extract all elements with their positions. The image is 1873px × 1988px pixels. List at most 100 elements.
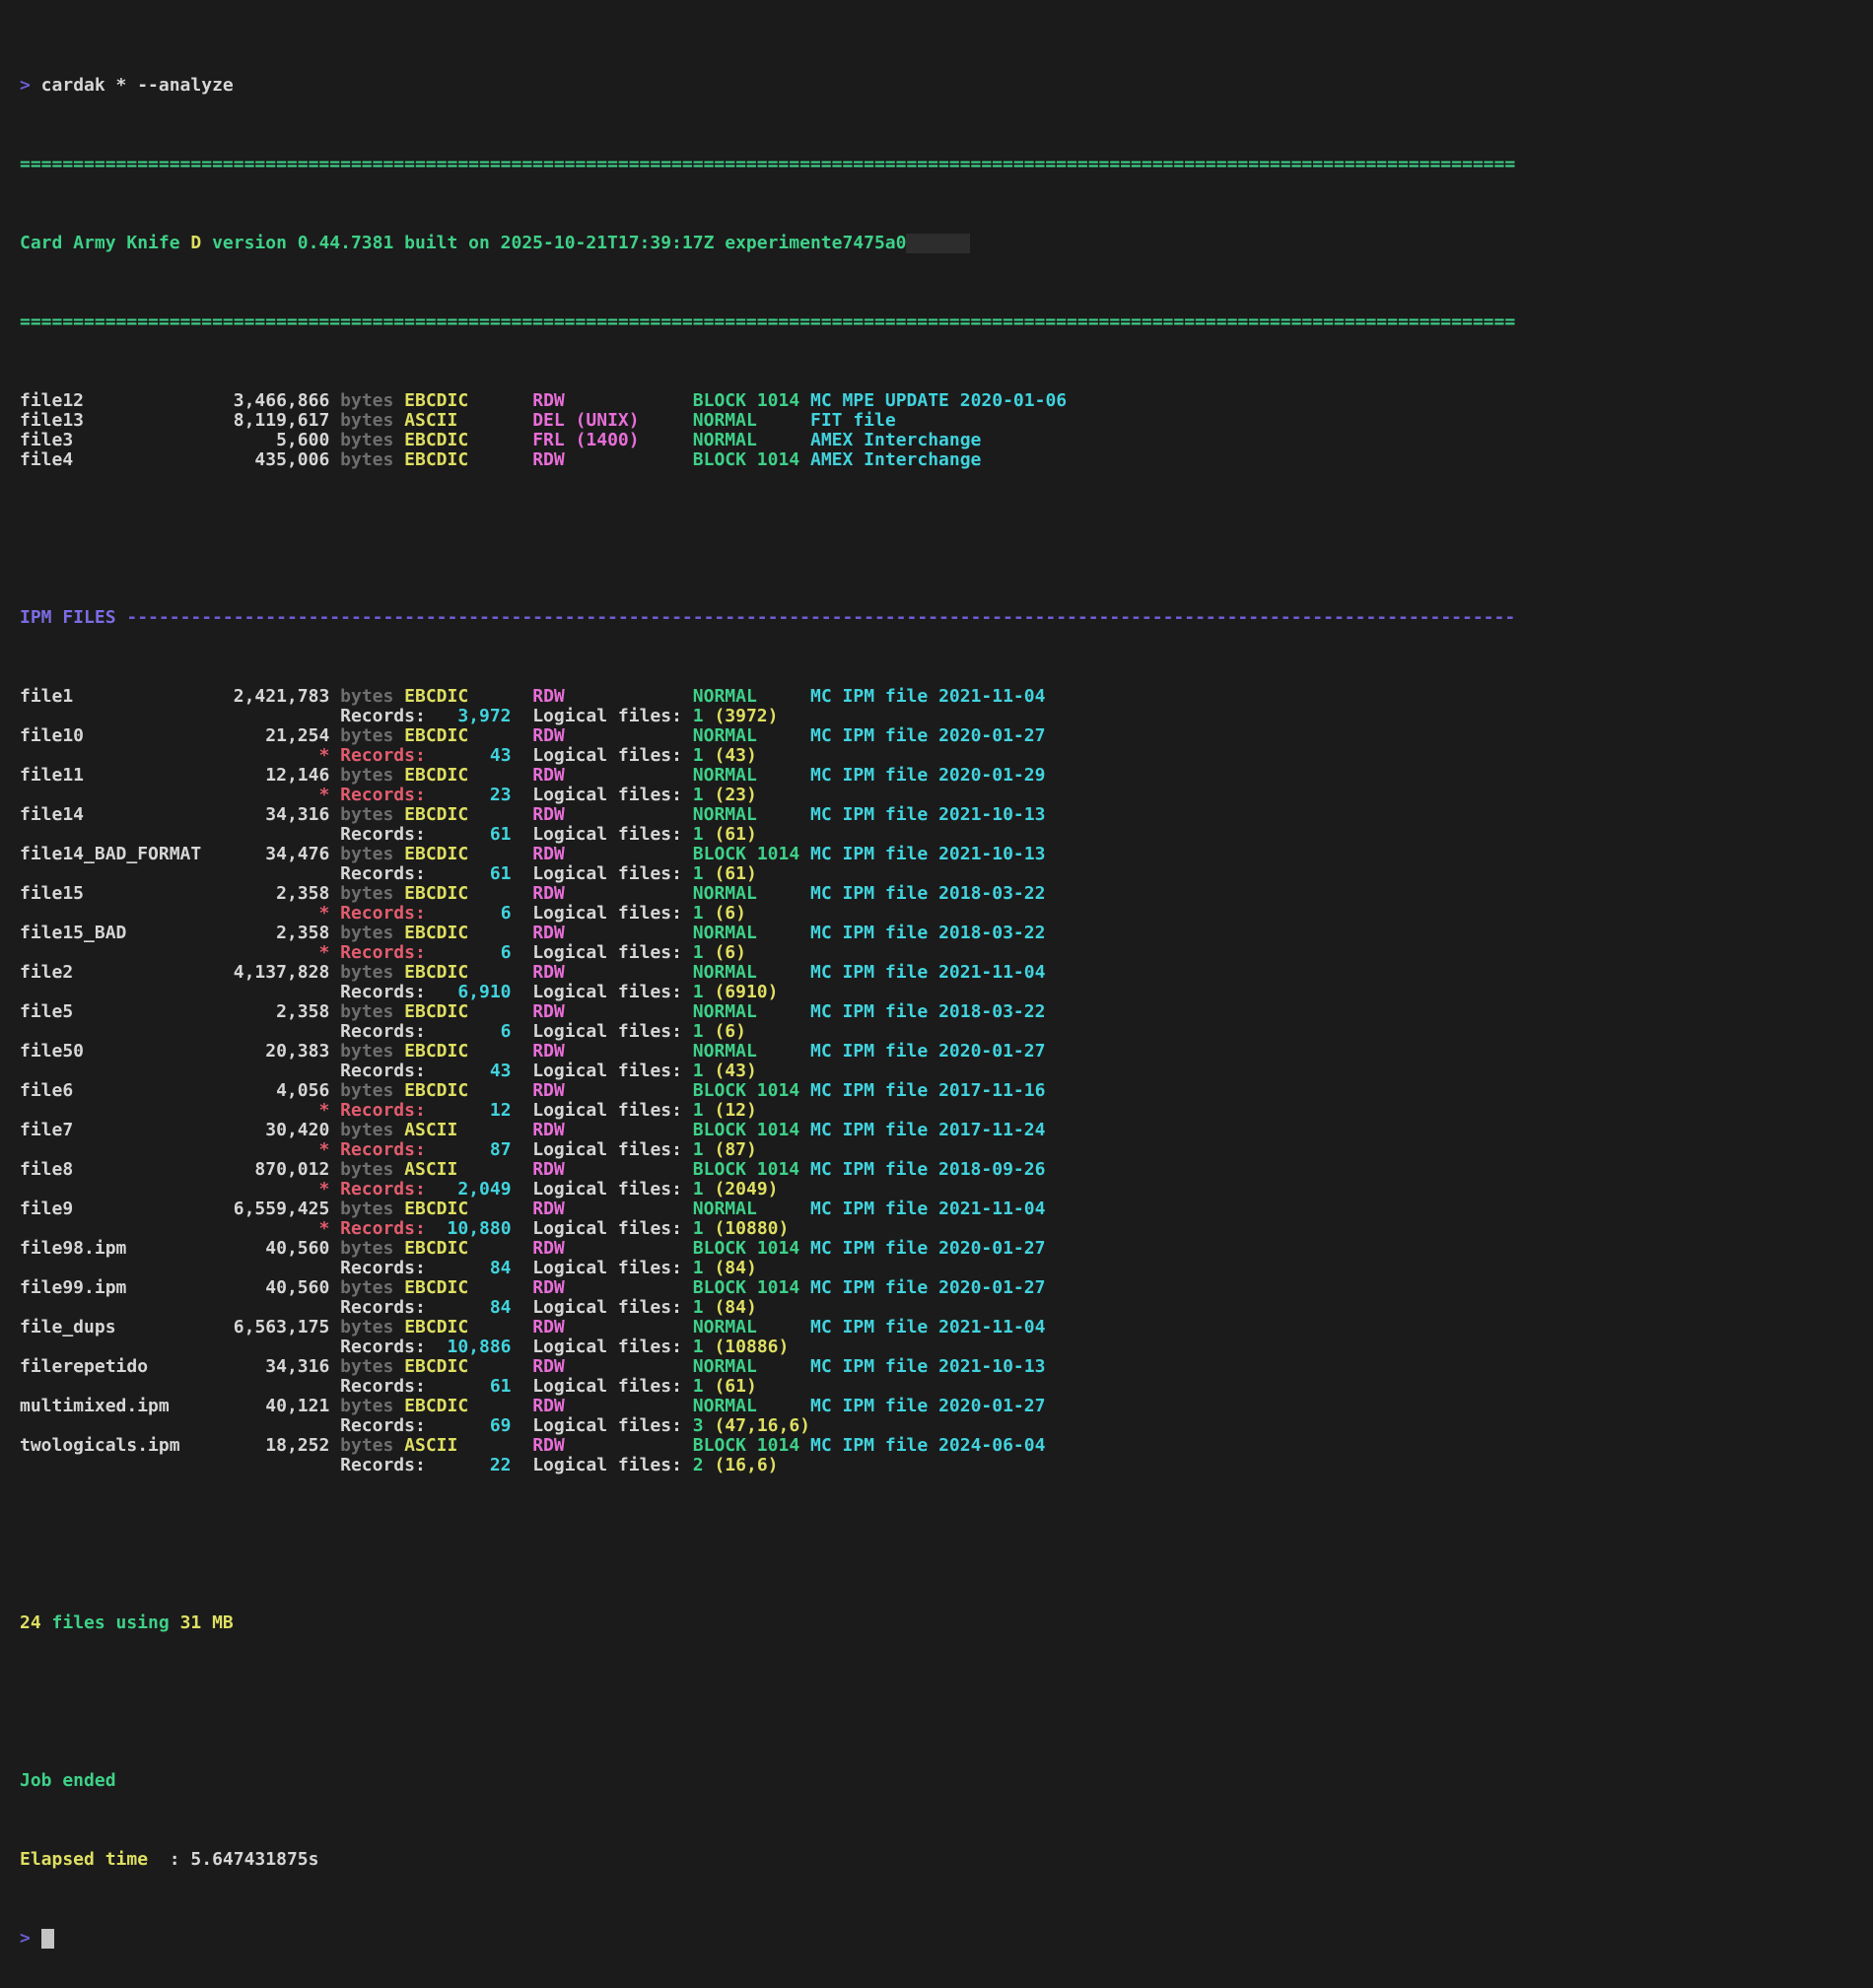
records-count: 61 <box>490 1376 512 1397</box>
file-date: 2020-01-27 <box>938 1396 1045 1416</box>
spacer <box>73 1080 276 1101</box>
spacer <box>928 1317 938 1337</box>
file-name: file15_BAD <box>20 923 126 943</box>
file-size: 2,358 <box>276 1001 329 1022</box>
file-type: MC IPM file <box>810 1199 928 1219</box>
spacer <box>20 1100 318 1121</box>
spacer <box>468 1199 532 1219</box>
file-size: 34,316 <box>265 1356 329 1377</box>
spacer <box>73 1120 265 1140</box>
spacer <box>512 1337 533 1357</box>
logical-files-count: 1 <box>693 1218 704 1239</box>
spacer <box>757 410 810 431</box>
records-row: Records: 3,972 Logical files: 1 (3972) <box>20 707 1873 726</box>
records-label: Records: <box>340 903 426 924</box>
spacer <box>457 1159 532 1180</box>
bytes-label: bytes <box>340 1277 393 1298</box>
bytes-label: bytes <box>340 962 393 983</box>
file-date: 2020-01-06 <box>960 390 1067 411</box>
spacer <box>20 785 318 805</box>
logical-files-detail: (10886) <box>714 1337 789 1357</box>
spacer <box>928 1159 938 1180</box>
spacer <box>393 1435 404 1456</box>
file-row: file7 30,420 bytes ASCII RDW BLOCK 1014 … <box>20 1121 1873 1140</box>
spacer <box>329 1080 340 1101</box>
file-encoding: EBCDIC <box>404 1356 468 1377</box>
file-encoding: EBCDIC <box>404 1041 468 1062</box>
records-label: Records: <box>340 1218 426 1239</box>
bytes-label: bytes <box>340 410 393 431</box>
ipm-section-label: IPM FILES <box>20 607 116 628</box>
spacer <box>73 962 234 983</box>
spacer <box>329 1001 340 1022</box>
file-name: file9 <box>20 1199 73 1219</box>
spacer <box>20 1415 340 1436</box>
bytes-label: bytes <box>340 686 393 707</box>
file-date: 2020-01-27 <box>938 1041 1045 1062</box>
logical-files-count: 1 <box>693 1100 704 1121</box>
spacer <box>426 1100 490 1121</box>
spacer <box>20 1258 340 1278</box>
spacer <box>565 1435 693 1456</box>
spacer <box>682 863 693 884</box>
bytes-label: bytes <box>340 1159 393 1180</box>
record-format: RDW <box>532 844 565 864</box>
spacer <box>928 1356 938 1377</box>
block-info: NORMAL <box>693 686 757 707</box>
file-encoding: EBCDIC <box>404 449 468 470</box>
logical-files-detail: (10880) <box>714 1218 789 1239</box>
spacer <box>393 1080 404 1101</box>
file-encoding: EBCDIC <box>404 844 468 864</box>
file-row: file99.ipm 40,560 bytes EBCDIC RDW BLOCK… <box>20 1278 1873 1298</box>
records-count: 84 <box>490 1297 512 1318</box>
record-format: RDW <box>532 962 565 983</box>
file-type: MC IPM file <box>810 1238 928 1259</box>
spacer <box>757 725 810 746</box>
spacer <box>457 1435 532 1456</box>
logical-files-label: Logical files: <box>532 1297 682 1318</box>
file-size: 4,137,828 <box>234 962 330 983</box>
file-name: file50 <box>20 1041 84 1062</box>
records-row: Records: 43 Logical files: 1 (43) <box>20 1062 1873 1081</box>
spacer <box>329 1277 340 1298</box>
flag-asterisk: * <box>318 1179 329 1200</box>
logical-files-label: Logical files: <box>532 1100 682 1121</box>
spacer <box>682 1297 693 1318</box>
spacer <box>682 1337 693 1357</box>
logical-files-count: 1 <box>693 745 704 766</box>
elapsed-line: Elapsed time : 5.647431875s <box>20 1850 1873 1870</box>
record-format: FRL (1400) <box>532 430 639 450</box>
spacer <box>393 430 404 450</box>
file-date: 2021-10-13 <box>938 804 1045 825</box>
records-row: Records: 10,886 Logical files: 1 (10886) <box>20 1337 1873 1357</box>
file-name: file7 <box>20 1120 73 1140</box>
spacer <box>73 1199 234 1219</box>
spacer <box>84 725 265 746</box>
terminal-screen[interactable]: > cardak * --analyze ===================… <box>0 0 1873 1988</box>
spacer <box>565 686 693 707</box>
spacer <box>565 1199 693 1219</box>
record-format: RDW <box>532 923 565 943</box>
logical-files-detail: (6) <box>714 903 746 924</box>
file-encoding: EBCDIC <box>404 1317 468 1337</box>
records-count: 2,049 <box>457 1179 511 1200</box>
spacer <box>512 745 533 766</box>
spacer <box>682 942 693 963</box>
file-row: file15_BAD 2,358 bytes EBCDIC RDW NORMAL… <box>20 924 1873 943</box>
file-size: 3,466,866 <box>234 390 330 411</box>
spacer <box>565 1396 693 1416</box>
spacer <box>426 982 458 1002</box>
records-row: Records: 6,910 Logical files: 1 (6910) <box>20 983 1873 1002</box>
records-label: Records: <box>340 1061 426 1081</box>
file-size: 21,254 <box>265 725 329 746</box>
spacer <box>426 903 501 924</box>
records-label: Records: <box>340 1376 426 1397</box>
spacer <box>329 449 340 470</box>
spacer <box>928 1396 938 1416</box>
file-date: 2021-11-04 <box>938 686 1045 707</box>
record-format: RDW <box>532 1041 565 1062</box>
spacer <box>799 1277 810 1298</box>
spacer <box>757 1041 810 1062</box>
file-name: file15 <box>20 883 84 904</box>
summary-size: 31 MB <box>180 1612 234 1633</box>
